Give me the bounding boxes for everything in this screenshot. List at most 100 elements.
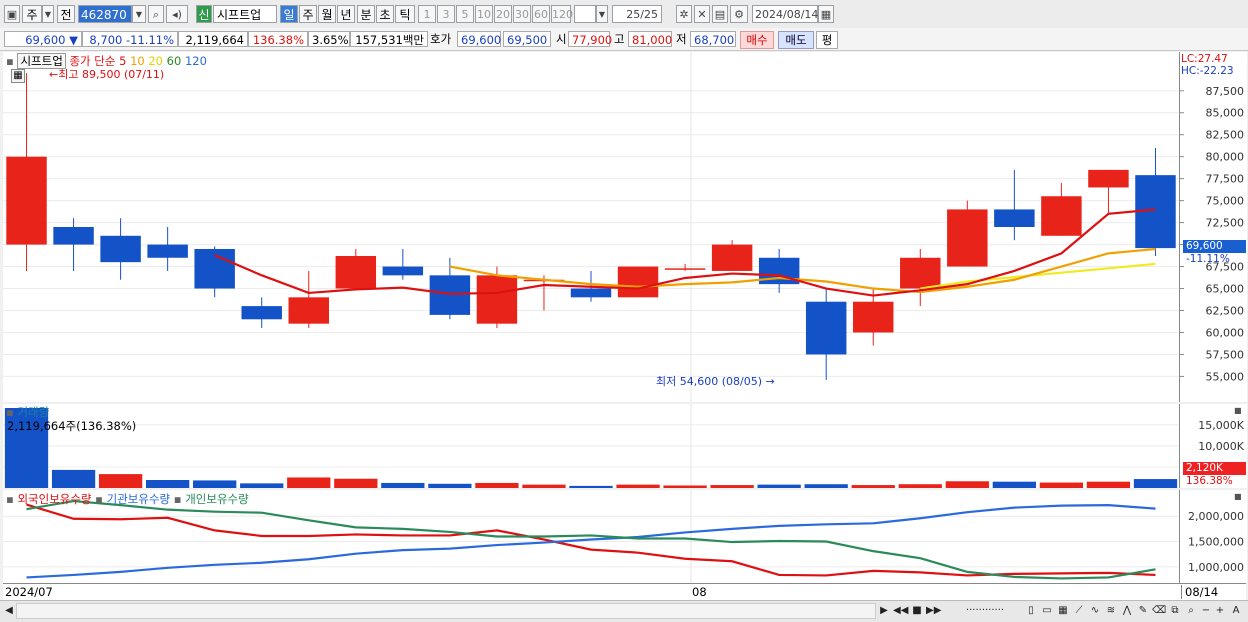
pane-close-icon[interactable]: ▪ xyxy=(6,405,14,419)
date-field[interactable]: 2024/08/14 xyxy=(752,5,818,23)
interval-1[interactable]: 1 xyxy=(418,5,436,23)
search-icon[interactable]: ⌕ xyxy=(148,5,164,23)
zoom-in-icon[interactable]: + xyxy=(1214,604,1226,618)
stock-code-input[interactable]: 462870 xyxy=(78,5,132,23)
volume-axis: 5,000K10,000K15,000K ■ 2,120K 136.38% xyxy=(1179,404,1247,488)
turnover-rate: 3.65% xyxy=(308,31,350,47)
pen-tool-icon[interactable]: ✎ xyxy=(1136,604,1150,618)
low-price: 68,700 xyxy=(690,31,736,47)
calendar-icon[interactable]: ▦ xyxy=(818,5,834,23)
volume-bar xyxy=(522,484,566,488)
axis-tick-label: 62,500 xyxy=(1206,305,1245,318)
pane-close-icon[interactable]: ▪ xyxy=(6,492,14,506)
rewind-icon[interactable]: ◀◀ xyxy=(893,604,908,618)
axis-tick-label: 72,500 xyxy=(1206,217,1245,230)
low-label: 저 xyxy=(676,32,687,46)
layout-split-icon[interactable]: ▭ xyxy=(1040,604,1054,618)
ask-price: 69,600 xyxy=(457,31,501,47)
gear-icon[interactable]: ⚙ xyxy=(730,5,748,23)
toolbar: ▣ 주 ▼ 전 462870 ▼ ⌕ ◂) 신 시프트업 일 주 월 년 분 초… xyxy=(0,0,1248,29)
sell-button[interactable]: 매도 xyxy=(778,31,814,49)
maximize-icon[interactable]: ■ xyxy=(1234,492,1242,501)
buy-button[interactable]: 매수 xyxy=(740,31,774,49)
volume-bar xyxy=(1039,482,1084,488)
zoom-slider[interactable]: ············ xyxy=(950,604,1020,618)
open-price: 77,900 xyxy=(568,31,612,47)
scroll-left-icon[interactable]: ◀ xyxy=(4,604,14,618)
candle-body xyxy=(194,248,235,289)
tab-daily[interactable]: 일 xyxy=(280,5,298,23)
trend-tool-icon[interactable]: ∿ xyxy=(1088,604,1102,618)
volume-bar xyxy=(287,477,331,488)
line-tool-icon[interactable]: ⟋ xyxy=(1072,604,1086,618)
volume-bar xyxy=(334,478,378,488)
pane-close-icon[interactable]: ▪ xyxy=(6,54,14,68)
interval-20[interactable]: 20 xyxy=(494,5,512,23)
fibo-tool-icon[interactable]: ≋ xyxy=(1104,604,1118,618)
drawing-icon[interactable]: ✲ xyxy=(676,5,692,23)
volume-info: 2,119,664주(136.38%) xyxy=(7,419,137,433)
custom-interval-input[interactable] xyxy=(574,5,596,23)
chevron-down-icon[interactable]: ▼ xyxy=(132,5,146,23)
eraser-icon[interactable]: ⌫ xyxy=(1152,604,1166,618)
interval-30[interactable]: 30 xyxy=(513,5,531,23)
holding-axis: 1,000,000 1,500,000 2,000,000 ■ xyxy=(1179,490,1247,583)
count-field[interactable]: 25/25 xyxy=(612,5,662,23)
candle-body xyxy=(382,266,424,276)
low-annotation-text: 최저 54,600 (08/05) xyxy=(656,375,763,388)
volume-bar xyxy=(98,474,143,488)
maximize-icon[interactable]: ■ xyxy=(1234,406,1242,415)
volume-ratio: 136.38% xyxy=(248,31,308,47)
zoom-icon[interactable]: ⌕ xyxy=(1184,604,1198,618)
crosshair-icon[interactable]: ✕ xyxy=(694,5,710,23)
axis-tick-label: 85,000 xyxy=(1206,107,1245,120)
tab-monthly[interactable]: 월 xyxy=(318,5,336,23)
candle-body xyxy=(1088,169,1129,188)
speaker-icon[interactable]: ◂) xyxy=(166,5,188,23)
tab-yearly[interactable]: 년 xyxy=(337,5,355,23)
wave-tool-icon[interactable]: ⋀ xyxy=(1120,604,1134,618)
prev-button[interactable]: 전 xyxy=(57,5,75,23)
interval-3[interactable]: 3 xyxy=(437,5,455,23)
chevron-down-icon[interactable]: ▼ xyxy=(596,5,608,23)
stock-name-field[interactable]: 시프트업 xyxy=(213,5,277,23)
grid-toggle-icon[interactable]: ▦ xyxy=(11,69,25,83)
horizontal-scrollbar[interactable] xyxy=(16,603,876,619)
interval-10[interactable]: 10 xyxy=(475,5,493,23)
tab-minute[interactable]: 분 xyxy=(357,5,375,23)
volume-bar xyxy=(381,482,425,488)
axis-tick-label: 57,500 xyxy=(1206,348,1245,361)
candle-body xyxy=(711,244,753,271)
fast-forward-icon[interactable]: ▶▶ xyxy=(926,604,941,618)
save-icon[interactable]: ▤ xyxy=(712,5,728,23)
layout-grid-icon[interactable]: ▦ xyxy=(1056,604,1070,618)
volume-bar xyxy=(51,469,96,488)
candle-body xyxy=(853,301,894,333)
interval-60[interactable]: 60 xyxy=(532,5,550,23)
tab-second[interactable]: 초 xyxy=(376,5,394,23)
play-icon[interactable]: ▶ xyxy=(878,604,890,618)
layout-icon[interactable]: ▯ xyxy=(1024,604,1038,618)
zoom-out-icon[interactable]: − xyxy=(1200,604,1212,618)
font-size-icon[interactable]: A xyxy=(1229,604,1243,618)
holding-axis-labels: 1,000,000 1,500,000 2,000,000 xyxy=(1188,510,1244,574)
chevron-down-icon[interactable]: ▼ xyxy=(42,5,54,23)
price-change: 8,700 -11.11% xyxy=(82,31,178,47)
copy-icon[interactable]: ⧉ xyxy=(1168,604,1182,618)
average-button[interactable]: 평 xyxy=(816,31,838,49)
window-menu-icon[interactable]: ▣ xyxy=(4,5,20,23)
volume-bar xyxy=(898,484,942,488)
axis-tick-label: 65,000 xyxy=(1206,283,1245,296)
institution-holding-legend: 기관보유수량 xyxy=(106,492,171,506)
interval-120[interactable]: 120 xyxy=(551,5,573,23)
candlestick-chart[interactable] xyxy=(3,52,1179,402)
volume-bar xyxy=(1133,479,1178,488)
volume-chart[interactable] xyxy=(3,404,1179,488)
stop-icon[interactable]: ■ xyxy=(911,604,923,618)
period-select[interactable]: 주 xyxy=(22,5,42,23)
interval-5[interactable]: 5 xyxy=(456,5,474,23)
volume-bar xyxy=(616,484,660,488)
tab-weekly[interactable]: 주 xyxy=(299,5,317,23)
tab-tick[interactable]: 틱 xyxy=(395,5,415,23)
price-change-pct: -11.11% xyxy=(126,33,174,47)
